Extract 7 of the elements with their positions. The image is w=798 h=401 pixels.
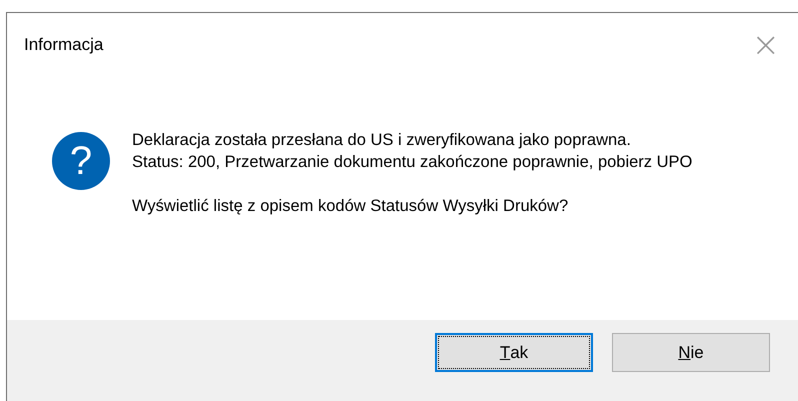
yes-button[interactable]: Tak — [435, 333, 593, 372]
question-text: Wyświetlić listę z opisem kodów Statusów Wysyłki Druków? — [132, 196, 570, 217]
message-text: Deklaracja została przesłana do US i zweryfikowana jako poprawna. — [132, 130, 632, 151]
message-text: Status: 200, Przetwarzanie dokumentu zakończone poprawnie, pobierz UPO — [132, 152, 692, 173]
window-title: Informacja — [24, 35, 104, 55]
no-button[interactable]: Nie — [612, 333, 770, 372]
question-icon: ? — [52, 132, 110, 190]
